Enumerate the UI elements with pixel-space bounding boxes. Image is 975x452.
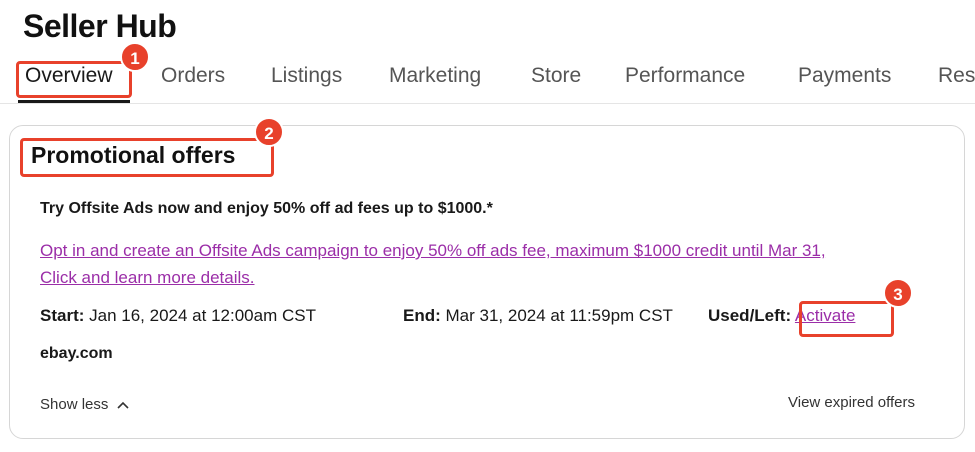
annotation-badge-1: 1	[120, 42, 150, 72]
annotation-box-title	[20, 138, 274, 177]
end-date: End: Mar 31, 2024 at 11:59pm CST	[403, 306, 673, 326]
seller-name: ebay.com	[40, 345, 113, 362]
start-value: Jan 16, 2024 at 12:00am CST	[89, 306, 316, 325]
offer-link-line-1[interactable]: Opt in and create an Offsite Ads campaig…	[40, 237, 960, 264]
annotation-box-activate	[799, 301, 894, 337]
tab-listings[interactable]: Listings	[271, 64, 342, 88]
tab-payments[interactable]: Payments	[798, 64, 891, 88]
end-value: Mar 31, 2024 at 11:59pm CST	[445, 306, 673, 325]
offer-headline: Try Offsite Ads now and enjoy 50% off ad…	[40, 200, 493, 217]
start-date: Start: Jan 16, 2024 at 12:00am CST	[40, 306, 316, 326]
tab-store[interactable]: Store	[531, 64, 581, 88]
view-expired-offers-link[interactable]: View expired offers	[788, 394, 915, 411]
annotation-badge-2: 2	[254, 117, 284, 147]
show-less-button[interactable]: Show less	[40, 396, 129, 413]
annotation-badge-3: 3	[883, 278, 913, 308]
active-tab-indicator	[18, 100, 130, 103]
tab-orders[interactable]: Orders	[161, 64, 225, 88]
chevron-up-icon	[116, 401, 129, 409]
tab-performance[interactable]: Performance	[625, 64, 745, 88]
start-label: Start:	[40, 306, 85, 325]
show-less-label: Show less	[40, 396, 109, 413]
tab-research[interactable]: Res	[938, 64, 975, 88]
used-left-label: Used/Left:	[708, 306, 792, 325]
tab-marketing[interactable]: Marketing	[389, 64, 481, 88]
offer-details-link[interactable]: Opt in and create an Offsite Ads campaig…	[40, 237, 960, 291]
annotation-box-overview	[16, 61, 132, 98]
page-title: Seller Hub	[23, 8, 177, 44]
end-label: End:	[403, 306, 441, 325]
offer-link-line-2[interactable]: Click and learn more details.	[40, 264, 960, 291]
